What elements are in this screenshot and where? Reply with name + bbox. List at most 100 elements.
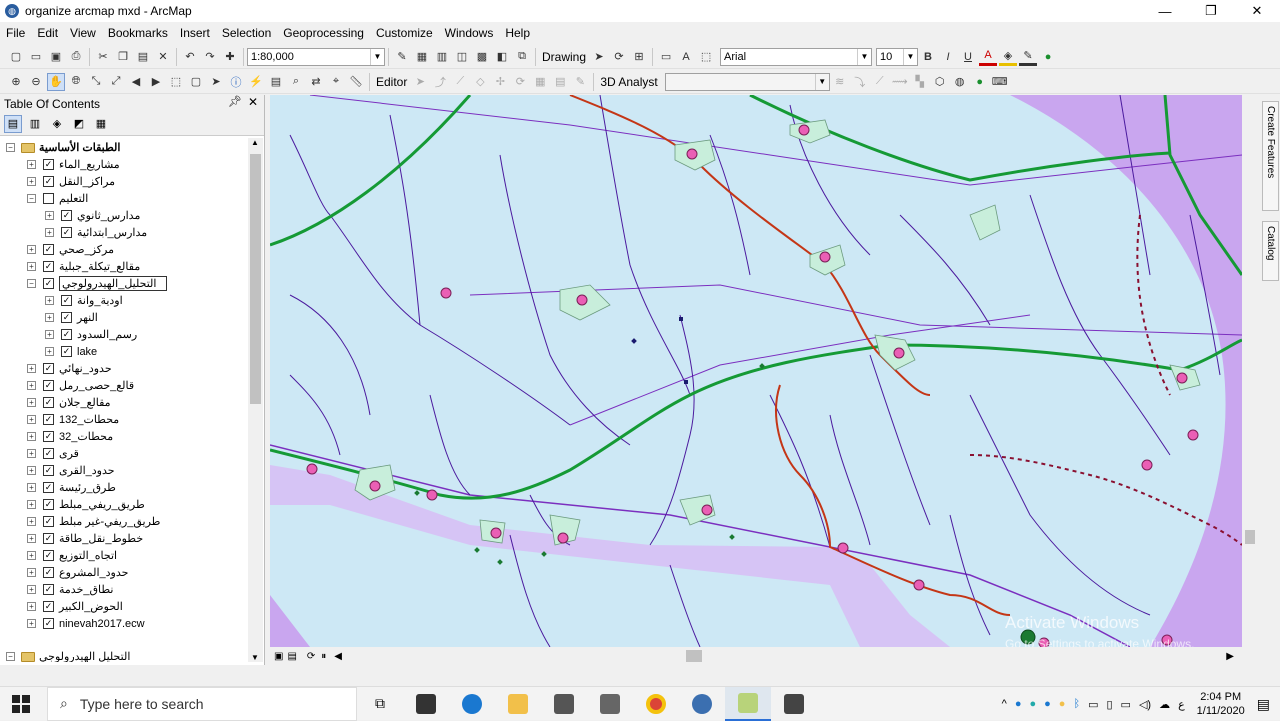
notifications-icon[interactable]: ▤ xyxy=(1257,696,1270,713)
layer-row[interactable]: + ✓ مقالع_جلان xyxy=(27,394,111,411)
layer-row[interactable]: + ✓ مشاريع_الماء xyxy=(27,156,120,173)
menu-file[interactable]: File xyxy=(0,26,31,40)
arctoolbox-icon[interactable]: ▩ xyxy=(473,48,491,66)
layer-label[interactable]: مقالع_جلان xyxy=(59,396,111,409)
find-icon[interactable]: ⌕ xyxy=(287,73,305,91)
full-extent-icon[interactable]: 🌐︎ xyxy=(67,73,85,91)
create-features-tab[interactable]: Create Features xyxy=(1262,101,1279,211)
expand-icon[interactable]: + xyxy=(27,534,36,543)
layer-label[interactable]: طريق_ريفي_مبلط xyxy=(59,498,145,511)
layer-label[interactable]: الحوض_الكبير xyxy=(59,600,123,613)
font-color-icon[interactable]: A xyxy=(979,48,998,66)
layer-visibility-checkbox[interactable]: ✓ xyxy=(43,584,54,595)
drawing-menu[interactable]: Drawing xyxy=(539,50,589,64)
scroll-right-icon[interactable]: ▶ xyxy=(1226,651,1234,662)
cut-icon[interactable]: ✂ xyxy=(94,48,112,66)
layer-label[interactable]: طريق_ريفي-غير مبلط xyxy=(59,515,160,528)
layer-visibility-checkbox[interactable]: ✓ xyxy=(61,295,72,306)
layer-row[interactable]: + ✓ مراكز_النقل xyxy=(27,173,115,190)
layer-visibility-checkbox[interactable]: ✓ xyxy=(43,380,54,391)
layer-visibility-checkbox[interactable]: ✓ xyxy=(43,567,54,578)
expand-icon[interactable]: + xyxy=(27,381,36,390)
expand-icon[interactable]: + xyxy=(45,313,54,322)
open-folder-icon[interactable]: ▭ xyxy=(27,48,45,66)
layer-label[interactable]: lake xyxy=(77,346,97,358)
go-to-xy-icon[interactable]: ⌖ xyxy=(327,73,345,91)
network-icon[interactable]: ▭ xyxy=(1121,698,1131,711)
menu-edit[interactable]: Edit xyxy=(31,26,64,40)
expand-icon[interactable]: + xyxy=(27,262,36,271)
layer-visibility-checkbox[interactable]: ✓ xyxy=(43,244,54,255)
expand-icon[interactable]: + xyxy=(45,228,54,237)
catalog-tab[interactable]: Catalog xyxy=(1262,221,1279,281)
layer-row[interactable]: + ✓ خطوط_نقل_طاقة xyxy=(27,530,143,547)
python-icon[interactable]: ◧ xyxy=(493,48,511,66)
layer-visibility-checkbox[interactable]: ✓ xyxy=(43,482,54,493)
font-size-combo[interactable]: 10 ▼ xyxy=(876,47,919,66)
pan-icon[interactable]: ✋ xyxy=(47,72,65,91)
close-icon[interactable]: ✕ xyxy=(248,95,258,109)
scroll-down-icon[interactable]: ▼ xyxy=(251,653,259,662)
layer-row[interactable]: + ✓ النهر xyxy=(45,309,98,326)
menu-bookmarks[interactable]: Bookmarks xyxy=(102,26,174,40)
layer-row[interactable]: + ✓ حدود_المشروع xyxy=(27,564,128,581)
chevron-up-icon[interactable]: ^ xyxy=(1002,698,1007,710)
expand-icon[interactable]: + xyxy=(27,619,36,628)
bluetooth-icon[interactable]: ᛒ xyxy=(1073,698,1080,710)
minimize-button[interactable]: — xyxy=(1142,0,1188,22)
layer-label[interactable]: النهر xyxy=(77,311,98,324)
list-by-selection-icon[interactable]: ◩ xyxy=(70,115,88,133)
launch-arcscene-icon[interactable]: ⬡ xyxy=(931,73,949,91)
expand-icon[interactable]: + xyxy=(27,585,36,594)
layer-visibility-checkbox[interactable]: ✓ xyxy=(43,278,54,289)
layer-visibility-checkbox[interactable]: ✓ xyxy=(61,329,72,340)
layer-visibility-checkbox[interactable]: ✓ xyxy=(43,533,54,544)
layer-label[interactable]: حدود_المشروع xyxy=(59,566,128,579)
select-elements-icon[interactable]: ➤ xyxy=(590,48,608,66)
expand-icon[interactable]: + xyxy=(27,160,36,169)
layer-visibility-checkbox[interactable]: ✓ xyxy=(43,448,54,459)
forward-extent-icon[interactable]: ▶ xyxy=(147,73,165,91)
skype-icon[interactable]: ● xyxy=(1015,698,1022,710)
close-button[interactable]: ✕ xyxy=(1234,0,1280,22)
layer-label[interactable]: قرى xyxy=(59,447,79,460)
list-by-visibility-icon[interactable]: ◈ xyxy=(48,115,66,133)
expand-icon[interactable]: + xyxy=(45,347,54,356)
layer-visibility-checkbox[interactable]: ✓ xyxy=(43,397,54,408)
layer-row[interactable]: + ✓ رسم_السدود xyxy=(45,326,137,343)
maximize-button[interactable]: ❐ xyxy=(1188,0,1234,22)
layer-row[interactable]: + ✓ اتجاه_التوزيع xyxy=(27,547,117,564)
layer-visibility-checkbox[interactable]: ✓ xyxy=(43,414,54,425)
mail-icon[interactable] xyxy=(541,687,587,721)
layer-label[interactable]: حدود_نهائي xyxy=(59,362,112,375)
collapse-icon[interactable]: − xyxy=(27,194,36,203)
hyperlink-icon[interactable]: ⚡ xyxy=(247,73,265,91)
edge-icon[interactable] xyxy=(449,687,495,721)
collapse-icon[interactable]: − xyxy=(6,652,15,661)
toc-scrollbar[interactable]: ▲ ▼ xyxy=(248,138,263,662)
layer-visibility-checkbox[interactable] xyxy=(43,193,54,204)
collapse-icon[interactable]: − xyxy=(27,279,36,288)
expand-icon[interactable]: + xyxy=(27,177,36,186)
task-view-icon[interactable]: ⧉ xyxy=(357,687,403,721)
expand-icon[interactable]: + xyxy=(27,432,36,441)
layer-row[interactable]: + ✓ مركز_صحي xyxy=(27,241,114,258)
language-indicator[interactable]: ع xyxy=(1178,698,1185,711)
expand-icon[interactable]: + xyxy=(27,449,36,458)
python-window-icon[interactable]: ⌨ xyxy=(991,73,1009,91)
layer-visibility-checkbox[interactable]: ✓ xyxy=(61,346,72,357)
layer-label[interactable]: اودية_وانة xyxy=(77,294,123,307)
layer-label[interactable]: طرق_رئيسة xyxy=(59,481,116,494)
layer-row[interactable]: − التعليم xyxy=(27,190,88,207)
expand-icon[interactable]: + xyxy=(45,296,54,305)
analyst-layer-combo[interactable]: ▼ xyxy=(664,72,830,91)
layer-label[interactable]: مدارس_ثانوي xyxy=(77,209,140,222)
menu-selection[interactable]: Selection xyxy=(216,26,277,40)
fill-color-icon[interactable]: ◈ xyxy=(999,48,1018,66)
menu-windows[interactable]: Windows xyxy=(439,26,500,40)
layer-label[interactable]: قالع_حصى_رمل xyxy=(59,379,134,392)
layer-label[interactable]: محطات_32 xyxy=(59,430,113,443)
expand-icon[interactable]: + xyxy=(27,415,36,424)
expand-icon[interactable]: + xyxy=(27,398,36,407)
expand-icon[interactable]: + xyxy=(27,245,36,254)
